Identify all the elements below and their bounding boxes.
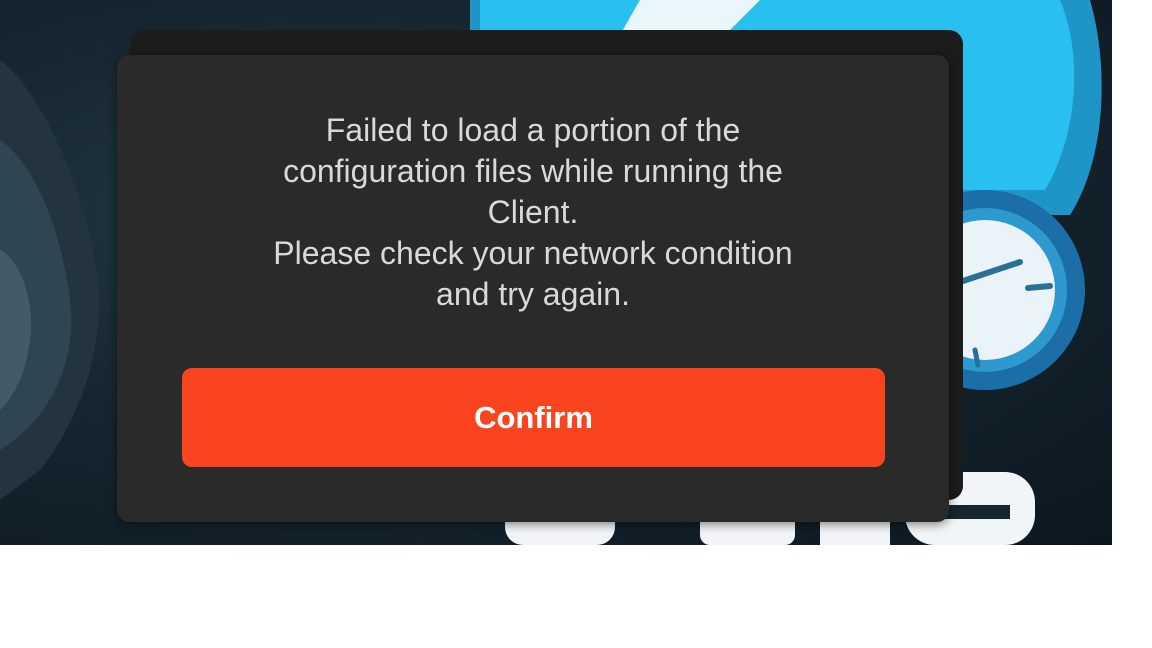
error-message-line: Failed to load a portion of the bbox=[325, 112, 741, 148]
app-background: Failed to load a portion of the configur… bbox=[0, 0, 1112, 545]
error-message: Failed to load a portion of the configur… bbox=[157, 110, 909, 315]
error-message-line: and try again. bbox=[436, 276, 630, 312]
confirm-button[interactable]: Confirm bbox=[182, 368, 885, 467]
error-message-line: configuration files while running the bbox=[283, 153, 783, 189]
error-dialog: Failed to load a portion of the configur… bbox=[117, 55, 949, 522]
error-message-line: Please check your network condition bbox=[273, 235, 793, 271]
character-silhouette bbox=[0, 60, 99, 500]
error-message-line: Client. bbox=[487, 194, 579, 230]
